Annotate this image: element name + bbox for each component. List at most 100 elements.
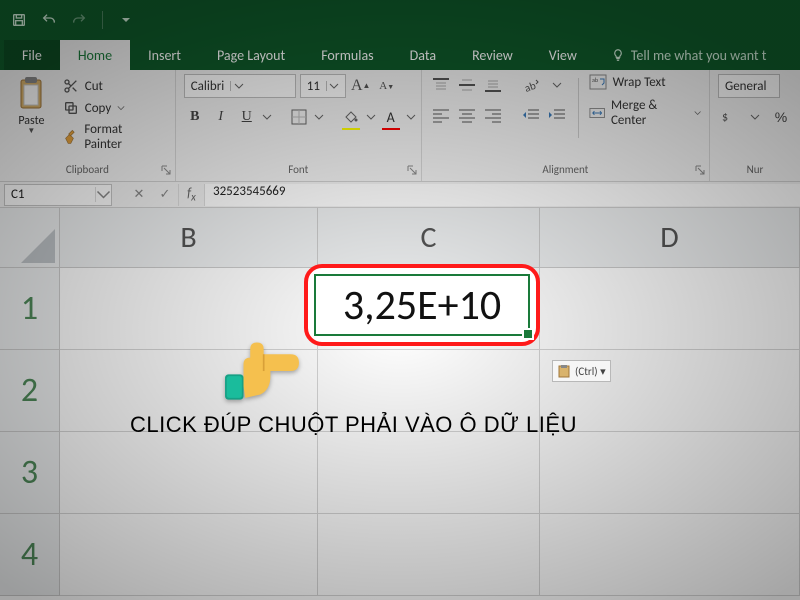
tab-home[interactable]: Home [60, 40, 130, 70]
accounting-format-icon[interactable]: $ [718, 106, 740, 128]
cancel-icon[interactable]: ✕ [126, 184, 152, 206]
dialog-launcher-icon[interactable] [159, 164, 173, 178]
orientation-icon[interactable]: ab [520, 74, 542, 96]
clipboard-paste-icon [15, 76, 47, 112]
cell[interactable] [540, 514, 800, 596]
chevron-down-icon[interactable] [366, 106, 376, 128]
row-header-2[interactable]: 2 [0, 350, 60, 432]
italic-button[interactable]: I [210, 106, 232, 128]
worksheet-grid[interactable]: B C D 1 2 3 4 3,25E+10 (Ctrl) ▾ Click đú… [0, 208, 800, 600]
number-group-label: Nur [710, 163, 800, 181]
tab-formulas[interactable]: Formulas [303, 40, 391, 70]
svg-text:ab: ab [522, 79, 537, 93]
column-header-b[interactable]: B [60, 208, 318, 268]
formula-input[interactable]: 32523545669 [204, 184, 800, 206]
name-box-value: C1 [5, 187, 95, 202]
number-format-combo[interactable]: General [718, 74, 780, 98]
instruction-text: Click đúp chuột phải vào ô dữ liệu [130, 412, 577, 438]
svg-text:ab: ab [592, 76, 598, 84]
increase-indent-icon[interactable] [546, 104, 568, 126]
tab-file[interactable]: File [4, 40, 60, 70]
chevron-down-icon [326, 81, 342, 91]
chevron-down-icon [694, 109, 701, 117]
font-group-label: Font [176, 163, 421, 181]
align-left-icon[interactable] [430, 104, 452, 126]
insert-function-button[interactable]: fx [178, 184, 204, 206]
group-alignment: ab ab Wrap Text [422, 70, 710, 181]
borders-button[interactable] [288, 106, 310, 128]
column-header-c[interactable]: C [318, 208, 540, 268]
cell[interactable] [540, 268, 800, 350]
font-size-combo[interactable]: 11 [300, 74, 346, 98]
decrease-indent-icon[interactable] [520, 104, 542, 126]
select-all-corner[interactable] [0, 208, 60, 268]
separator [578, 78, 579, 138]
fill-color-button[interactable] [340, 106, 362, 128]
cut-label: Cut [85, 79, 103, 94]
redo-icon[interactable] [68, 9, 90, 31]
font-color-button[interactable]: A [380, 106, 402, 128]
format-painter-button[interactable]: Format Painter [63, 122, 161, 152]
qat-separator [102, 11, 103, 29]
paintbrush-icon [63, 129, 79, 145]
paste-options-tag[interactable]: (Ctrl) ▾ [552, 360, 611, 382]
chevron-down-icon [95, 187, 111, 202]
decrease-font-icon[interactable]: A▼ [376, 75, 398, 97]
column-header-d[interactable]: D [540, 208, 800, 268]
bold-button[interactable]: B [184, 106, 206, 128]
group-clipboard: Paste ▼ Cut Copy Format Painter [0, 70, 176, 181]
tab-review[interactable]: Review [454, 40, 531, 70]
underline-button[interactable]: U [236, 106, 258, 128]
chevron-down-icon[interactable] [406, 106, 416, 128]
cell-c1-highlight[interactable]: 3,25E+10 [304, 264, 540, 346]
name-box[interactable]: C1 [4, 184, 112, 206]
align-center-icon[interactable] [456, 104, 478, 126]
align-right-icon[interactable] [482, 104, 504, 126]
quick-access-toolbar [0, 0, 800, 40]
chevron-down-icon[interactable] [262, 106, 272, 128]
number-format-value: General [719, 79, 772, 94]
cut-button[interactable]: Cut [63, 78, 161, 94]
percent-format-icon[interactable]: % [770, 106, 792, 128]
chevron-down-icon[interactable] [314, 106, 324, 128]
tell-me-search[interactable]: Tell me what you want t [595, 40, 767, 70]
align-top-icon[interactable] [430, 74, 452, 96]
cell[interactable] [60, 432, 318, 514]
tell-me-label: Tell me what you want t [631, 47, 767, 64]
dialog-launcher-icon[interactable] [405, 164, 419, 178]
chevron-down-icon [230, 81, 246, 91]
align-middle-icon[interactable] [456, 74, 478, 96]
customize-qat-icon[interactable] [115, 9, 137, 31]
font-name-combo[interactable]: Calibri [184, 74, 296, 98]
tab-view[interactable]: View [531, 40, 595, 70]
cell[interactable] [318, 432, 540, 514]
alignment-group-label: Alignment [422, 163, 709, 181]
merge-center-button[interactable]: Merge & Center [589, 98, 701, 128]
tab-data[interactable]: Data [392, 40, 454, 70]
undo-icon[interactable] [38, 9, 60, 31]
lightbulb-icon [611, 48, 625, 62]
row-header-1[interactable]: 1 [0, 268, 60, 350]
copy-button[interactable]: Copy [63, 100, 161, 116]
chevron-down-icon[interactable] [744, 106, 766, 128]
cell[interactable] [540, 432, 800, 514]
dialog-launcher-icon[interactable] [693, 164, 707, 178]
wrap-text-label: Wrap Text [613, 75, 666, 90]
align-bottom-icon[interactable] [482, 74, 504, 96]
save-icon[interactable] [8, 9, 30, 31]
cell[interactable] [318, 514, 540, 596]
formula-bar: C1 ✕ ✓ fx 32523545669 [0, 182, 800, 208]
chevron-down-icon[interactable] [546, 74, 568, 96]
row-header-4[interactable]: 4 [0, 514, 60, 596]
paste-button[interactable]: Paste ▼ [8, 74, 55, 163]
fill-handle[interactable] [524, 330, 532, 338]
increase-font-icon[interactable]: A▲ [350, 75, 372, 97]
tab-page-layout[interactable]: Page Layout [199, 40, 303, 70]
wrap-text-button[interactable]: ab Wrap Text [589, 74, 701, 90]
selection-border [314, 274, 530, 336]
paste-dropdown-icon: ▼ [27, 128, 35, 134]
cell[interactable] [60, 514, 318, 596]
tab-insert[interactable]: Insert [130, 40, 199, 70]
enter-icon[interactable]: ✓ [152, 184, 178, 206]
row-header-3[interactable]: 3 [0, 432, 60, 514]
